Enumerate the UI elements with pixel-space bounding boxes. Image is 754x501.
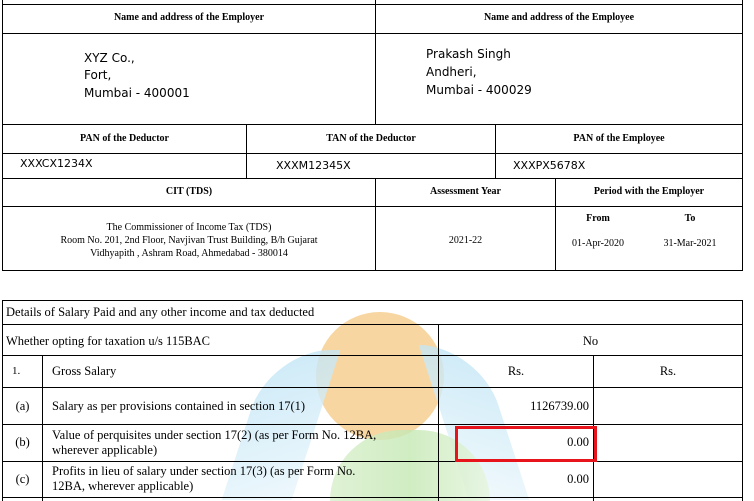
watermark-orange-circle [316,312,444,440]
period-to-label: To [684,213,696,224]
taxation-question: Whether opting for taxation u/s 115BAC [6,334,211,348]
period-to-value: 31-Mar-2021 [663,238,717,249]
employee-address-line-2: Andheri, [426,65,477,79]
employer-address-line-1: XYZ Co., [84,51,135,65]
row-c-id: (c) [15,472,30,486]
pan-deductor-value: XXXCX1234X [20,157,93,170]
row-b-id: (b) [15,435,30,449]
row-a-amount: 1126739.00 [530,399,589,413]
column-rs-1: Rs. [507,364,525,378]
row-b-desc-line-1: Value of perquisites under section 17(2)… [52,428,377,442]
period-from-label: From [586,213,610,224]
gross-salary-number: 1. [12,365,21,377]
row-c-desc-line-2: 12BA, wherever applicable) [52,479,194,493]
employee-address-line-1: Prakash Singh [426,47,511,61]
cit-address-line-3: Vidhyapith , Ashram Road, Ahmedabad - 38… [90,248,288,259]
employer-header: Name and address of the Employer [113,12,265,23]
row-c-amount: 0.00 [567,472,589,486]
period-from-value: 01-Apr-2020 [571,238,624,249]
assessment-year-value: 2021-22 [448,235,483,246]
taxation-answer: No [582,334,599,348]
tan-deductor-label: TAN of the Deductor [326,133,416,144]
gross-salary-label: Gross Salary [52,364,117,378]
cit-address-line-1: The Commissioner of Income Tax (TDS) [106,222,272,233]
cit-address-line-2: Room No. 201, 2nd Floor, Navjivan Trust … [60,235,318,246]
highlight-box [455,426,597,462]
assessment-year-label: Assessment Year [429,186,501,197]
row-b-desc-line-2: wherever applicable) [52,443,158,457]
employee-address-line-3: Mumbai - 400029 [426,83,532,97]
pan-employee-label: PAN of the Employee [573,133,665,144]
row-c-desc-line-1: Profits in lieu of salary under section … [52,464,356,478]
row-a-id: (a) [15,399,30,413]
employer-address-line-2: Fort, [84,68,112,82]
row-a-desc: Salary as per provisions contained in se… [52,399,306,413]
column-rs-2: Rs. [659,364,677,378]
period-label: Period with the Employer [593,186,705,197]
pan-deductor-label: PAN of the Deductor [80,133,169,144]
pan-employee-value: XXXPX5678X [513,159,586,172]
employer-address-line-3: Mumbai - 400001 [84,86,190,100]
details-title: Details of Salary Paid and any other inc… [6,305,315,319]
employee-header: Name and address of the Employee [483,12,635,23]
cit-label: CIT (TDS) [165,186,213,197]
tan-deductor-value: XXXM12345X [276,159,351,172]
